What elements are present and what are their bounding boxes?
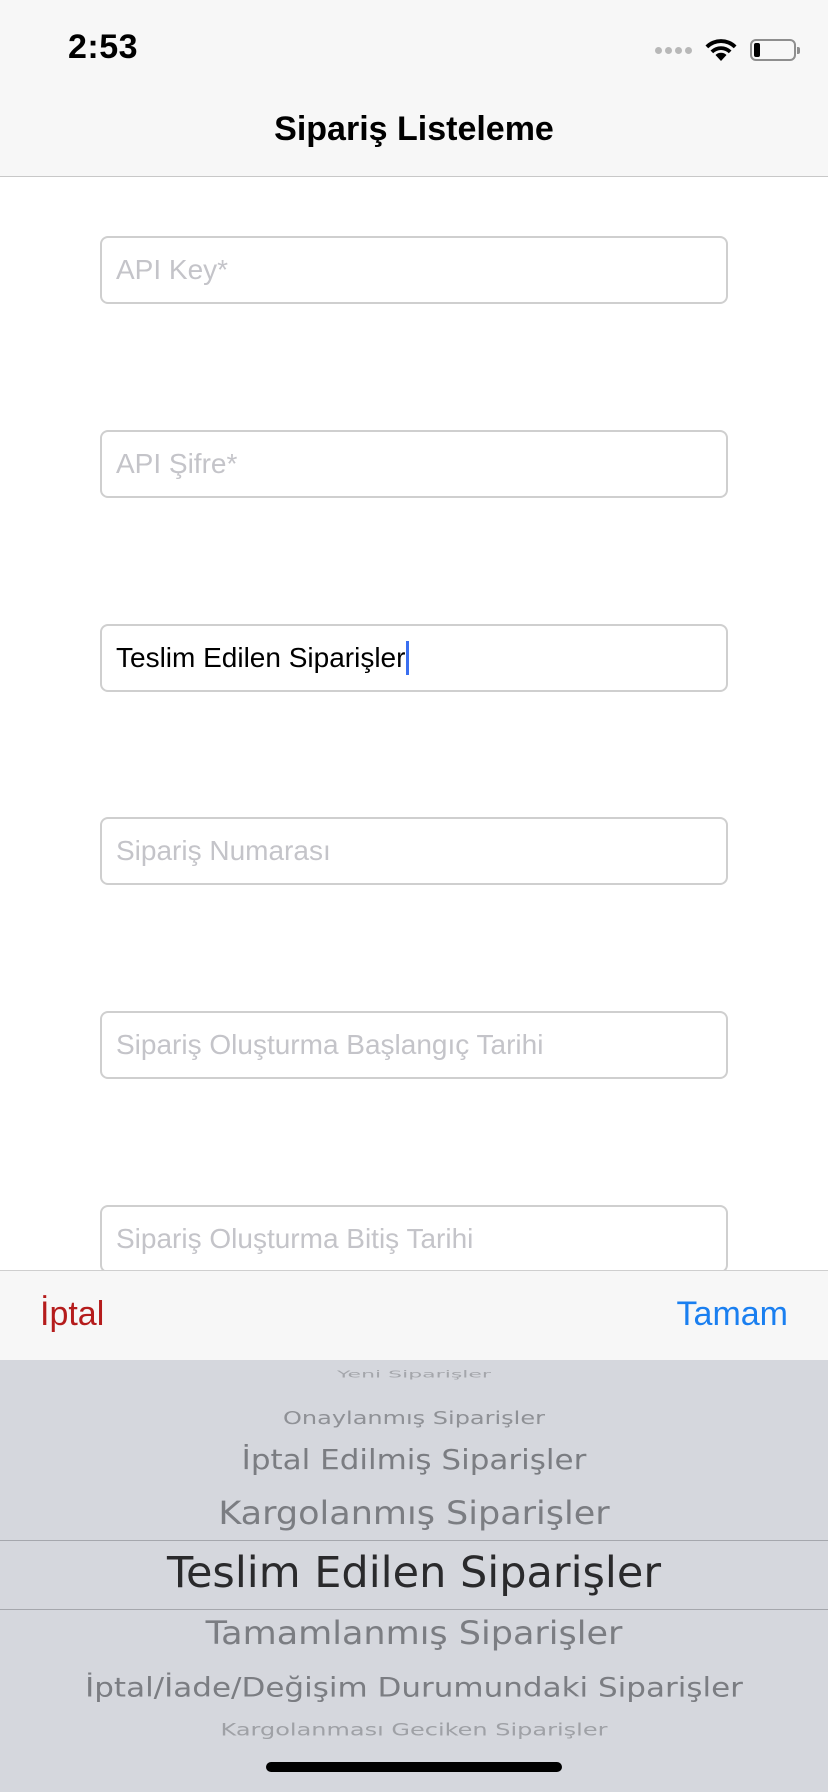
picker-option[interactable]: Yeni Siparişler (0, 1369, 828, 1380)
order-number-placeholder: Sipariş Numarası (116, 835, 331, 866)
status-icons (655, 36, 800, 64)
end-date-field[interactable]: Sipariş Oluşturma Bitiş Tarihi (100, 1205, 728, 1273)
cellular-signal-icon (655, 46, 692, 54)
order-status-value: Teslim Edilen Siparişler (116, 642, 406, 673)
picker-option[interactable]: İptal/İade/Değişim Durumundaki Siparişle… (0, 1673, 828, 1704)
picker-option[interactable]: Kargolanması Geciken Siparişler (0, 1720, 828, 1740)
cancel-button[interactable]: İptal (40, 1295, 104, 1334)
home-indicator (266, 1762, 562, 1772)
order-number-field[interactable]: Sipariş Numarası (100, 817, 728, 885)
order-status-field[interactable]: Teslim Edilen Siparişler (100, 624, 728, 692)
picker-toolbar: İptal Tamam (0, 1270, 828, 1361)
api-password-field[interactable]: API Şifre* (100, 430, 728, 498)
start-date-field[interactable]: Sipariş Oluşturma Başlangıç Tarihi (100, 1011, 728, 1079)
picker-option-selected[interactable]: Teslim Edilen Siparişler (0, 1548, 828, 1598)
battery-level (754, 43, 760, 57)
wifi-icon (705, 39, 737, 61)
battery-icon (750, 39, 800, 61)
order-status-picker[interactable]: Yeni Siparişler Onaylanmış Siparişler İp… (0, 1360, 828, 1792)
api-password-placeholder: API Şifre* (116, 448, 238, 479)
picker-option[interactable]: Onaylanmış Siparişler (0, 1408, 828, 1429)
done-button[interactable]: Tamam (677, 1295, 788, 1334)
status-time: 2:53 (68, 28, 139, 66)
picker-option[interactable]: Kargolanmış Siparişler (0, 1496, 828, 1533)
picker-option[interactable]: İptal Edilmiş Siparişler (0, 1444, 828, 1476)
api-key-placeholder: API Key* (116, 254, 229, 285)
text-cursor (406, 641, 410, 675)
picker-option[interactable]: Tamamlanmış Siparişler (0, 1616, 828, 1653)
page-title: Sipariş Listeleme (274, 110, 554, 148)
start-date-placeholder: Sipariş Oluşturma Başlangıç Tarihi (116, 1029, 544, 1060)
navigation-bar: 2:53 Sipariş Listeleme (0, 0, 828, 177)
api-key-field[interactable]: API Key* (100, 236, 728, 304)
end-date-placeholder: Sipariş Oluşturma Bitiş Tarihi (116, 1223, 474, 1254)
